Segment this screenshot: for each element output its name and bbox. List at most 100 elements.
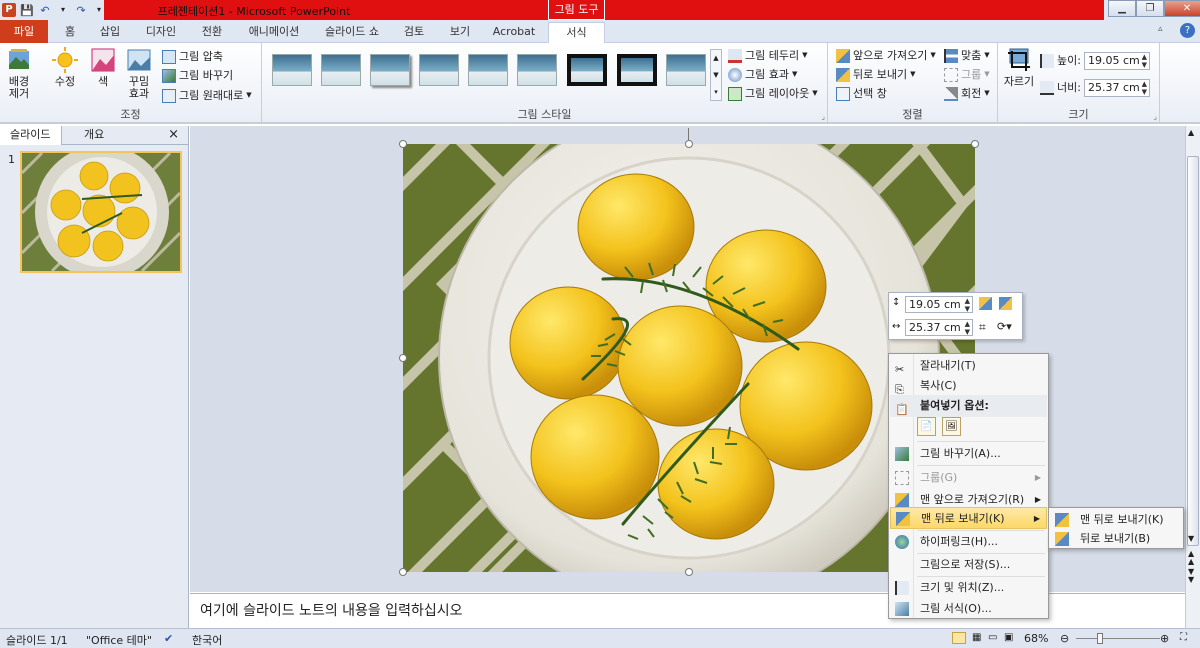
undo-dropdown-icon[interactable]: ▾	[56, 3, 70, 17]
picture-style-2[interactable]	[321, 54, 361, 86]
submenu-item-send-backward[interactable]: 뒤로 보내기(B)	[1050, 528, 1182, 550]
mini-width-input[interactable]: 25.37 cm ▲ ▼	[905, 319, 973, 336]
menu-item-group[interactable]: 그룹(G) ▶	[890, 467, 1047, 489]
undo-icon[interactable]: ↶	[38, 3, 52, 17]
help-icon[interactable]: ?	[1180, 23, 1195, 38]
menu-item-send-to-back[interactable]: 맨 뒤로 보내기(K) ▶	[890, 507, 1047, 529]
change-picture-button[interactable]: 그림 바꾸기	[162, 67, 233, 84]
resize-handle-top-left[interactable]	[399, 140, 407, 148]
status-language[interactable]: 한국어	[192, 632, 222, 648]
zoom-out-icon[interactable]: ⊖	[1060, 632, 1069, 645]
resize-handle-left[interactable]	[399, 354, 407, 362]
tab-acrobat[interactable]: Acrobat	[488, 22, 540, 43]
menu-item-save-as-picture[interactable]: 그림으로 저장(S)...	[890, 554, 1047, 576]
height-input[interactable]: 19.05 cm ▲ ▼	[1083, 51, 1150, 70]
width-spinner[interactable]: ▲ ▼	[1142, 80, 1147, 96]
picture-style-6[interactable]	[517, 54, 557, 86]
reading-view-icon[interactable]: ▭	[988, 632, 997, 643]
zoom-level[interactable]: 68%	[1024, 632, 1048, 645]
align-button[interactable]: 맞춤 ▼	[944, 47, 990, 64]
picture-style-5[interactable]	[468, 54, 508, 86]
size-dialog-launcher-icon[interactable]: ⌟	[1153, 112, 1157, 121]
tab-animations[interactable]: 애니메이션	[240, 22, 308, 43]
status-theme[interactable]: "Office 테마"	[86, 632, 152, 648]
scroll-down-icon[interactable]: ▼	[1188, 534, 1194, 543]
mini-width-spinner[interactable]: ▲ ▼	[965, 320, 970, 336]
paste-use-destination-theme-icon[interactable]: 📄	[917, 417, 936, 436]
menu-item-cut[interactable]: ✂ 잘라내기(T)	[890, 355, 1047, 377]
picture-style-4[interactable]	[419, 54, 459, 86]
dialog-launcher-icon[interactable]: ⌟	[821, 112, 825, 121]
resize-handle-bottom-left[interactable]	[399, 568, 407, 576]
color-button[interactable]: 색	[88, 47, 118, 88]
tab-home[interactable]: 홈	[58, 22, 82, 43]
menu-item-format-picture[interactable]: 그림 서식(O)...	[890, 598, 1047, 620]
previous-slide-icon[interactable]: ▲ ▲	[1188, 550, 1194, 566]
picture-style-9[interactable]	[666, 54, 706, 86]
picture-effects-button[interactable]: 그림 효과 ▼	[728, 66, 797, 83]
selection-pane-button[interactable]: 선택 창	[836, 85, 887, 102]
minimize-button[interactable]: ▁	[1108, 0, 1136, 17]
resize-handle-bottom[interactable]	[685, 568, 693, 576]
zoom-slider[interactable]	[1076, 638, 1160, 639]
crop-button[interactable]: 자르기	[1002, 47, 1036, 88]
paste-as-picture-icon[interactable]: 🖼	[942, 417, 961, 436]
width-input[interactable]: 25.37 cm ▲ ▼	[1083, 78, 1150, 97]
powerpoint-app-icon[interactable]: P	[2, 3, 16, 17]
fit-slide-icon[interactable]: ⛶	[1180, 632, 1187, 643]
mini-height-spinner[interactable]: ▲ ▼	[965, 297, 970, 313]
spellcheck-icon[interactable]: ✔	[164, 632, 173, 645]
tab-file[interactable]: 파일	[0, 20, 48, 43]
mini-rotate-icon[interactable]: ⟳▾	[997, 320, 1012, 333]
tab-insert[interactable]: 삽입	[92, 22, 128, 43]
tab-transitions[interactable]: 전환	[194, 22, 230, 43]
height-spinner[interactable]: ▲ ▼	[1142, 53, 1147, 69]
scroll-thumb[interactable]	[1187, 156, 1199, 546]
save-icon[interactable]: 💾	[20, 3, 34, 17]
mini-crop-icon[interactable]: ⌗	[979, 320, 986, 335]
menu-item-size-and-position[interactable]: 크기 및 위치(Z)...	[890, 577, 1047, 599]
zoom-slider-thumb[interactable]	[1097, 633, 1103, 644]
tab-slideshow[interactable]: 슬라이드 쇼	[318, 22, 386, 43]
tab-slides[interactable]: 슬라이드	[0, 126, 62, 145]
resize-handle-top[interactable]	[685, 140, 693, 148]
remove-background-button[interactable]: 배경 제거	[4, 47, 34, 100]
picture-style-7[interactable]	[567, 54, 607, 86]
tab-format[interactable]: 서식	[548, 22, 605, 44]
compress-pictures-button[interactable]: 그림 압축	[162, 48, 223, 65]
slide-sorter-icon[interactable]: ▦	[972, 632, 981, 643]
tab-design[interactable]: 디자인	[138, 22, 184, 43]
picture-style-1[interactable]	[272, 54, 312, 86]
mini-send-back-icon[interactable]	[999, 297, 1012, 310]
scroll-up-icon[interactable]: ▲	[1188, 128, 1194, 137]
menu-item-copy[interactable]: ⎘ 복사(C)	[890, 375, 1047, 397]
ribbon-minimize-icon[interactable]: ▵	[1158, 24, 1163, 34]
picture-border-button[interactable]: 그림 테두리 ▼	[728, 47, 808, 64]
picture-style-3[interactable]	[370, 54, 410, 86]
group-button[interactable]: 그룹 ▼	[944, 66, 990, 83]
send-backward-button[interactable]: 뒤로 보내기 ▼	[836, 66, 916, 83]
artistic-effects-button[interactable]: 꾸밈 효과	[124, 47, 154, 100]
slide-thumbnail-1[interactable]	[20, 151, 182, 273]
tab-view[interactable]: 보기	[442, 22, 478, 43]
resize-handle-top-right[interactable]	[971, 140, 979, 148]
normal-view-icon[interactable]	[952, 632, 966, 644]
zoom-in-icon[interactable]: ⊕	[1160, 632, 1169, 645]
menu-item-hyperlink[interactable]: 하이퍼링크(H)...	[890, 531, 1047, 553]
picture-style-8[interactable]	[617, 54, 657, 86]
redo-icon[interactable]: ↷	[74, 3, 88, 17]
close-pane-icon[interactable]: ×	[158, 126, 189, 145]
next-slide-icon[interactable]: ▼ ▼	[1188, 568, 1194, 584]
tab-outline[interactable]: 개요	[62, 126, 114, 145]
picture-layout-button[interactable]: 그림 레이아웃 ▼	[728, 85, 818, 102]
reset-picture-button[interactable]: 그림 원래대로 ▼	[162, 87, 252, 104]
styles-gallery-scroll[interactable]: ▲ ▼ ▾	[710, 49, 722, 101]
tab-review[interactable]: 검토	[396, 22, 432, 43]
mini-bring-front-icon[interactable]	[979, 297, 992, 310]
bring-forward-button[interactable]: 앞으로 가져오기 ▼	[836, 47, 936, 64]
mini-height-input[interactable]: 19.05 cm ▲ ▼	[905, 296, 973, 313]
slideshow-view-icon[interactable]: ▣	[1004, 632, 1013, 643]
corrections-button[interactable]: 수정	[50, 47, 80, 88]
close-button[interactable]: ✕	[1164, 0, 1200, 17]
rotate-button[interactable]: 회전 ▼	[944, 85, 990, 102]
